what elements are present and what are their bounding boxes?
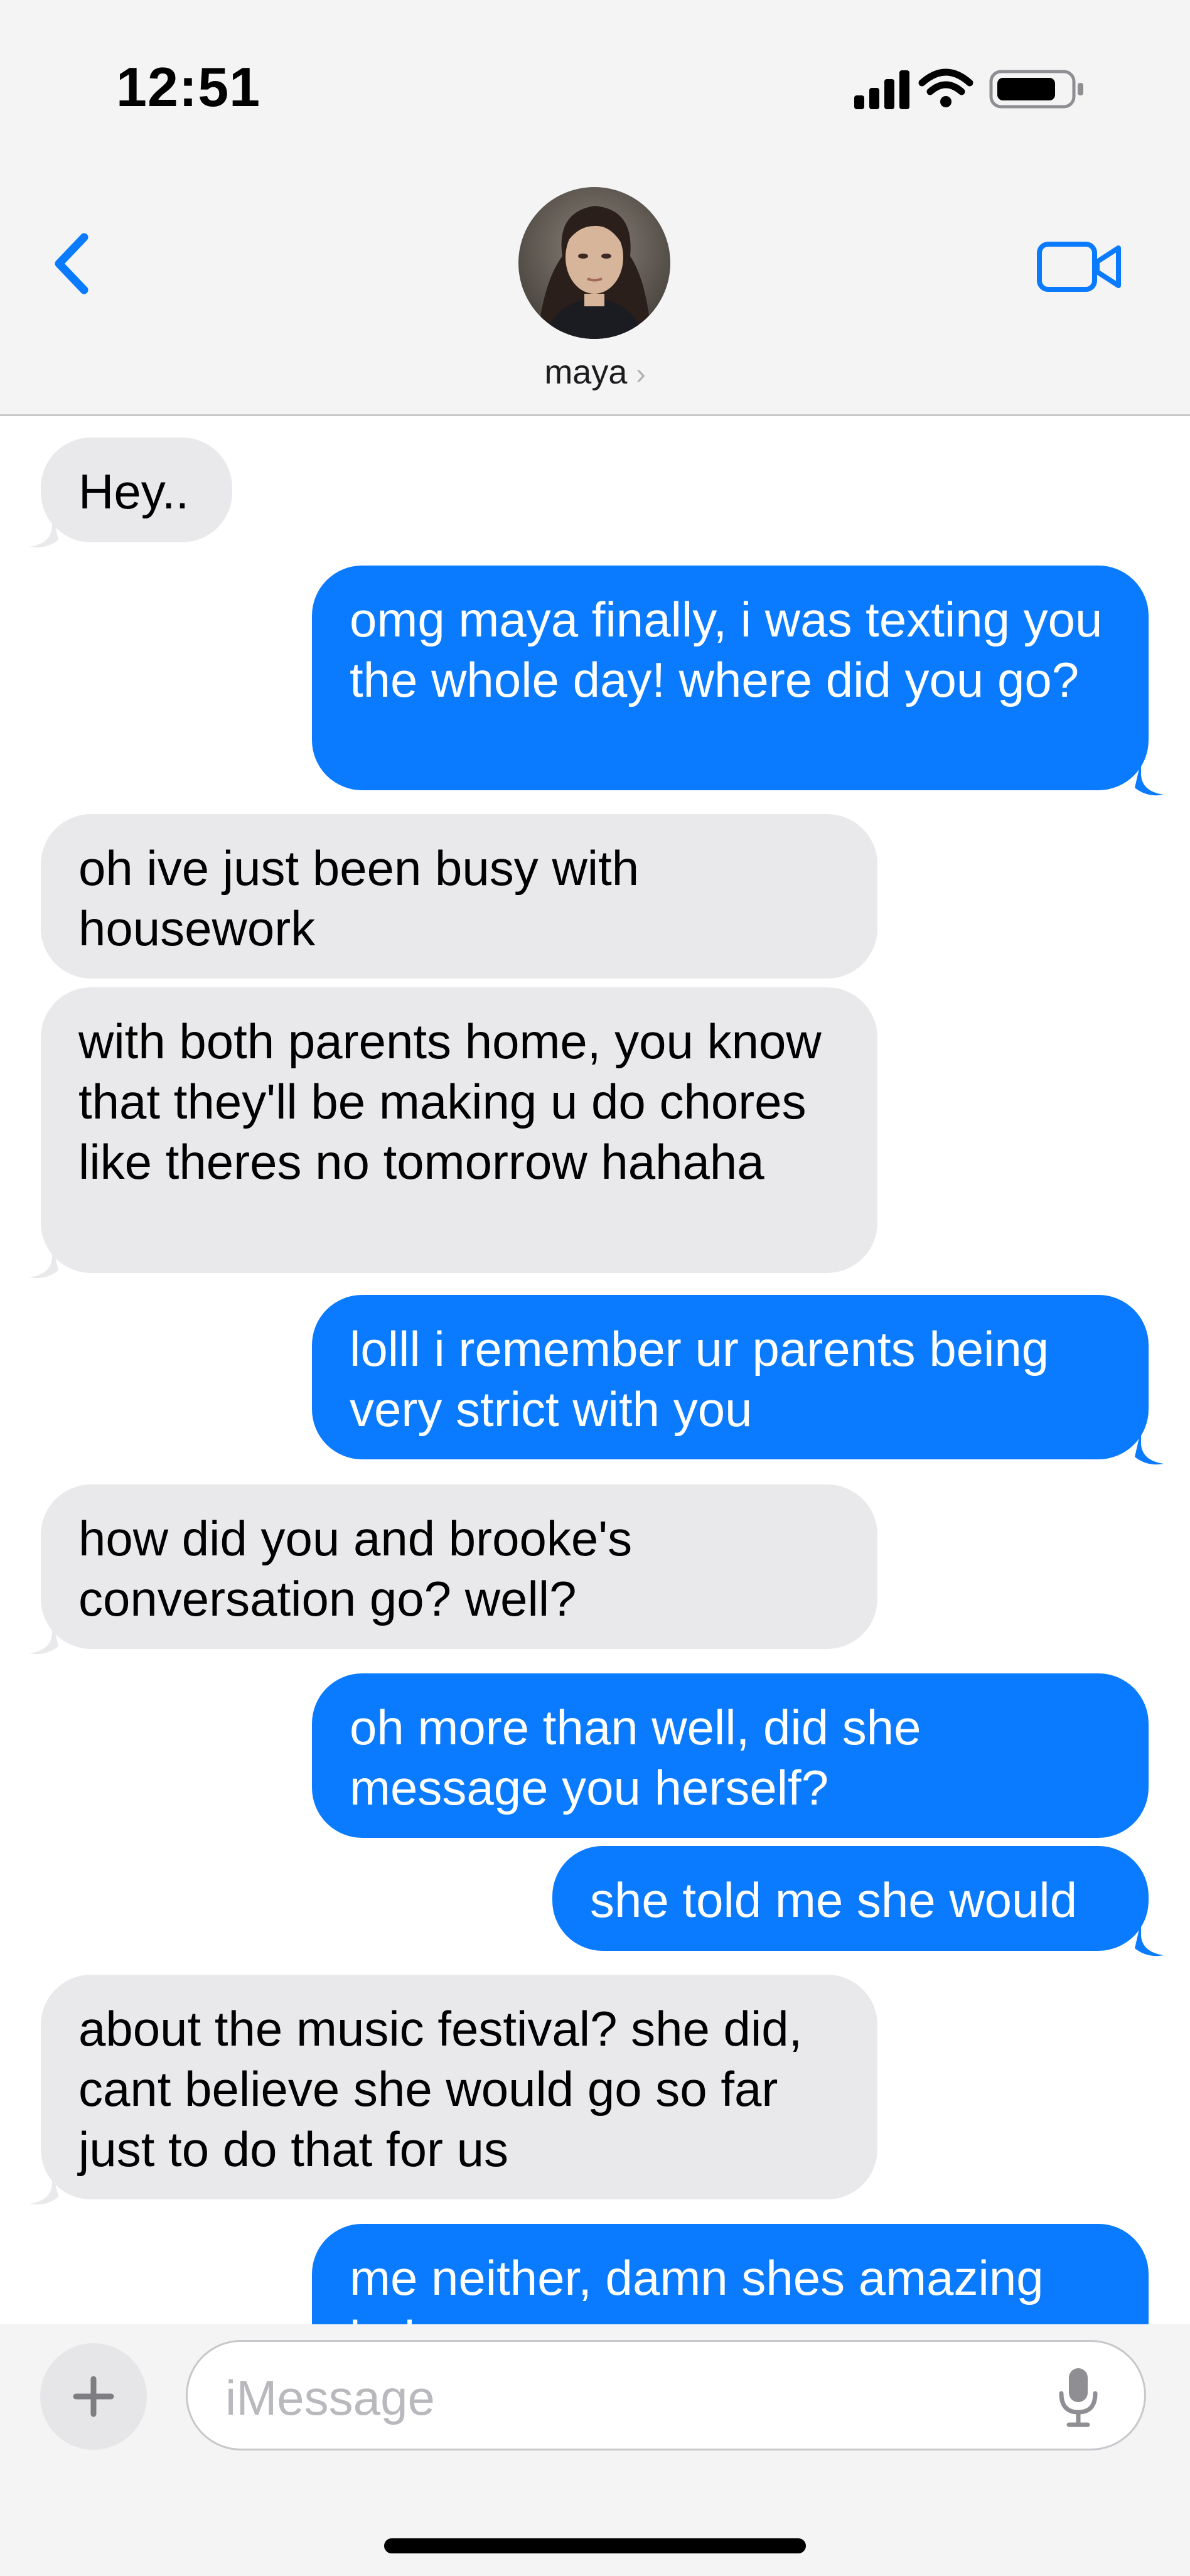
plus-icon bbox=[73, 2376, 114, 2417]
message-text: with both parents home, you know that th… bbox=[78, 1014, 822, 1189]
contact-name: maya bbox=[544, 353, 628, 391]
home-indicator[interactable] bbox=[384, 2538, 806, 2553]
bubble-tail bbox=[29, 1243, 58, 1279]
message-text: lolll i remember ur parents being very s… bbox=[350, 1321, 1049, 1437]
message-text: oh more than well, did she message you h… bbox=[350, 1700, 921, 1815]
message-text: omg maya finally, i was texting you the … bbox=[350, 592, 1103, 707]
message-bubble-incoming[interactable]: with both parents home, you know that th… bbox=[41, 987, 877, 1273]
message-text: about the music festival? she did, cant … bbox=[78, 2001, 803, 2177]
message-bubble-outgoing[interactable]: omg maya finally, i was texting you the … bbox=[312, 566, 1149, 790]
message-text: oh ive just been busy with housework bbox=[78, 840, 640, 956]
video-camera-icon[interactable] bbox=[1036, 235, 1123, 298]
wifi-icon bbox=[918, 68, 973, 107]
bubble-tail bbox=[29, 512, 58, 548]
chevron-right-icon: › bbox=[636, 357, 646, 390]
message-text: me neither, damn shes amazing haha bbox=[350, 2250, 1044, 2324]
chevron-left-icon[interactable] bbox=[45, 226, 95, 301]
composer-bar: iMessage bbox=[0, 2324, 1190, 2576]
battery-icon bbox=[989, 70, 1083, 109]
message-text: how did you and brooke's conversation go… bbox=[78, 1511, 633, 1626]
message-bubble-incoming[interactable]: about the music festival? she did, cant … bbox=[41, 1975, 877, 2199]
message-thread[interactable]: Hey.. omg maya finally, i was texting yo… bbox=[0, 416, 1190, 2324]
message-text: she told me she would bbox=[590, 1872, 1078, 1928]
message-input-placeholder: iMessage bbox=[225, 2370, 435, 2425]
messages-screen: 12:51 maya › Hey.. omg maya finally, i w… bbox=[0, 0, 1190, 2576]
bubble-tail bbox=[29, 2169, 58, 2205]
conversation-header: 12:51 maya › bbox=[0, 0, 1190, 416]
bubble-tail bbox=[1135, 1429, 1164, 1465]
status-time: 12:51 bbox=[116, 56, 261, 118]
avatar-photo bbox=[518, 187, 670, 339]
message-bubble-outgoing[interactable]: me neither, damn shes amazing haha bbox=[312, 2224, 1149, 2324]
message-bubble-incoming[interactable]: Hey.. bbox=[41, 437, 232, 542]
message-bubble-incoming[interactable]: how did you and brooke's conversation go… bbox=[41, 1484, 877, 1649]
message-bubble-outgoing[interactable]: oh more than well, did she message you h… bbox=[312, 1673, 1149, 1838]
bubble-tail bbox=[29, 1619, 58, 1655]
cellular-signal-icon bbox=[854, 70, 909, 109]
bubble-tail bbox=[1135, 1921, 1164, 1956]
bubble-tail bbox=[1135, 760, 1164, 796]
microphone-icon[interactable] bbox=[1056, 2366, 1100, 2428]
message-bubble-incoming[interactable]: oh ive just been busy with housework bbox=[41, 814, 877, 979]
apps-button[interactable] bbox=[40, 2343, 147, 2450]
message-bubble-outgoing[interactable]: lolll i remember ur parents being very s… bbox=[312, 1295, 1149, 1459]
message-text: Hey.. bbox=[78, 464, 190, 519]
message-input[interactable]: iMessage bbox=[186, 2340, 1146, 2450]
message-bubble-outgoing[interactable]: she told me she would bbox=[552, 1846, 1149, 1951]
status-icons bbox=[854, 68, 1083, 109]
avatar[interactable] bbox=[518, 187, 670, 339]
contact-name-button[interactable]: maya › bbox=[0, 353, 1190, 392]
